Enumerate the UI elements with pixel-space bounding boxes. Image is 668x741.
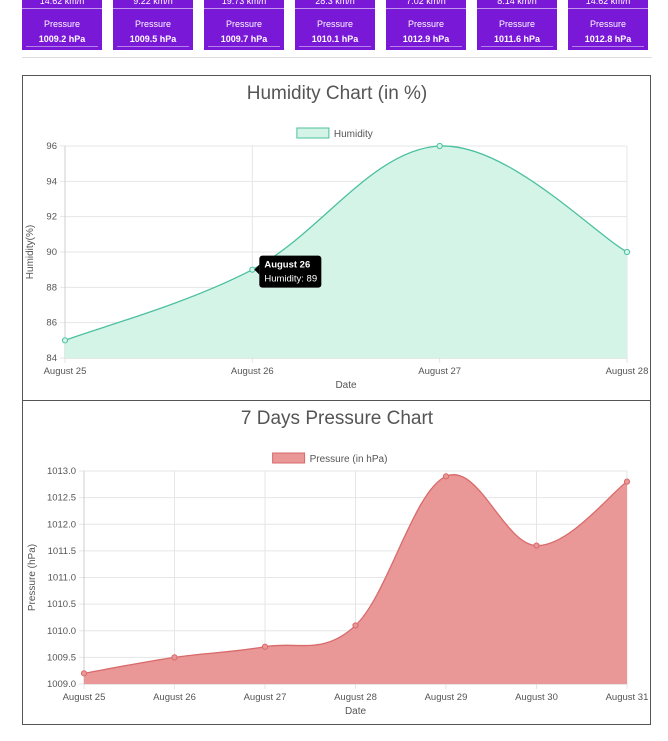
humidity-data-point [249,266,256,273]
pressure-data-point [623,478,631,485]
humidity-y-tick-label: 86 [46,318,57,329]
pressure-x-tick-label: August 25 [63,692,106,703]
pressure-data-point [80,670,88,677]
card-pressure-value: 1009.7 hPa [220,34,268,44]
pressure-data-point [533,542,540,549]
card-separator [481,46,553,47]
humidity-y-tick-label: 92 [46,212,57,223]
card-pressure-value: 1009.5 hPa [129,34,177,44]
card-pressure-value: 1012.8 hPa [584,34,632,44]
card-pressure-label: Pressure [589,19,626,29]
humidity-x-tick-label: August 25 [44,366,87,377]
card-pressure-value: 1010.1 hPa [311,34,359,44]
pressure-x-tick-label: August 28 [334,692,377,703]
humidity-title: Humidity Chart (in %) [247,83,428,104]
pressure-x-tick-label: August 27 [244,692,287,703]
card-pressure-label: Pressure [225,19,262,29]
card-pressure-label: Pressure [316,19,353,29]
pressure-data-point [442,473,450,480]
card-pressure-label: Pressure [134,19,171,29]
card-wind-speed: 8.14 km/h [477,0,557,9]
card-wind-speed: 19.73 km/h [204,0,284,9]
pressure-y-tick-label: 1012.5 [47,493,76,504]
humidity-y-tick-label: 88 [46,282,57,293]
humidity-tooltip-text: Humidity: 89 [264,274,317,285]
humidity-legend-label: Humidity [334,129,373,140]
humidity-y-tick-label: 90 [46,247,57,258]
card-separator [26,46,98,47]
pressure-title: 7 Days Pressure Chart [241,408,434,429]
humidity-x-axis-title: Date [335,380,357,391]
card-pressure-value: 1009.2 hPa [38,34,86,44]
pressure-y-tick-label: 1009.0 [47,679,76,690]
card-wind-speed: 14.62 km/h [22,0,102,9]
humidity-tooltip: August 26 Humidity: 89 [254,255,322,288]
card-pressure-label: Pressure [43,19,80,29]
pressure-data-point [261,643,269,650]
pressure-data-point [352,622,359,629]
weather-card: 14.62 km/h Pressure 1012.8 hPa [568,0,648,50]
humidity-x-tick-label: August 27 [418,366,461,377]
card-wind-speed: 7.02 km/h [386,0,466,9]
pressure-y-axis-title: Pressure (hPa) [27,544,38,611]
card-wind-speed: 9.22 km/h [113,0,193,9]
pressure-x-axis-title: Date [345,706,367,717]
weather-card: 14.62 km/h Pressure 1009.2 hPa [22,0,102,50]
humidity-x-tick-label: August 26 [231,366,274,377]
pressure-y-tick-label: 1012.0 [47,519,76,530]
card-pressure-value: 1012.9 hPa [402,34,450,44]
pressure-chart: 7 Days Pressure Chart Pressure (in hPa) 10… [27,408,649,717]
humidity-legend-swatch [296,127,330,139]
card-wind-speed: 28.3 km/h [295,0,375,9]
pressure-y-tick-label: 1011.5 [48,546,76,557]
humidity-data-point [436,142,443,150]
pressure-y-tick-label: 1009.5 [47,652,76,663]
pressure-chart-panel: 7 Days Pressure Chart Pressure (in hPa) 10… [22,400,651,725]
humidity-y-axis-title: Humidity(%) [25,225,36,279]
humidity-data-point [623,248,631,256]
humidity-data-point [61,337,69,344]
humidity-y-tick-label: 84 [46,353,57,364]
humidity-chart-panel: Humidity Chart (in %) Humidity 84 86 88 90 92 9… [22,75,651,401]
pressure-x-tick-label: August 26 [153,692,196,703]
weather-card: 8.14 km/h Pressure 1011.6 hPa [477,0,557,50]
pressure-x-tick-label: August 30 [515,692,558,703]
card-separator [299,46,371,47]
humidity-chart: Humidity Chart (in %) Humidity 84 86 88 90 92 9… [25,83,649,391]
weather-cards: 14.62 km/h Pressure 1009.2 hPa 9.22 km/h Pre… [22,0,652,50]
pressure-data-point [171,654,178,661]
humidity-y-tick-label: 94 [46,176,57,187]
pressure-legend-label: Pressure (in hPa) [310,454,388,465]
weather-card: 9.22 km/h Pressure 1009.5 hPa [113,0,193,50]
weather-card: 7.02 km/h Pressure 1012.9 hPa [386,0,466,50]
pressure-y-tick-label: 1010.0 [47,626,76,637]
pressure-legend-swatch [272,452,306,464]
humidity-tooltip-title: August 26 [264,260,310,271]
card-separator [208,46,280,47]
card-separator [572,46,644,47]
weather-card: 19.73 km/h Pressure 1009.7 hPa [204,0,284,50]
card-pressure-label: Pressure [407,19,444,29]
card-pressure-label: Pressure [498,19,535,29]
card-separator [117,46,189,47]
humidity-y-tick-label: 96 [46,141,57,152]
pressure-x-tick-label: August 31 [606,692,649,703]
divider [22,57,652,58]
card-wind-speed: 14.62 km/h [568,0,648,9]
pressure-y-tick-label: 1013.0 [47,466,76,477]
card-pressure-value: 1011.6 hPa [493,34,541,44]
pressure-x-tick-label: August 29 [425,692,468,703]
card-separator [390,46,462,47]
pressure-y-tick-label: 1010.5 [47,599,76,610]
pressure-y-tick-label: 1011.0 [48,573,76,584]
humidity-x-tick-label: August 28 [606,366,649,377]
weather-card: 28.3 km/h Pressure 1010.1 hPa [295,0,375,50]
